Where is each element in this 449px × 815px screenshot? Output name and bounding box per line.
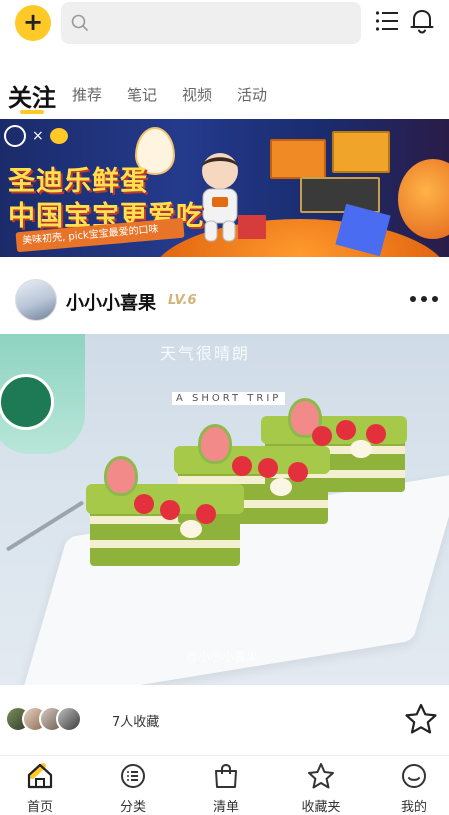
list-icon[interactable] xyxy=(375,10,399,32)
gift-box-graphic xyxy=(238,215,266,239)
nav-label-list: 清单 xyxy=(212,800,239,815)
category-icon xyxy=(121,764,145,788)
image-overlay-tag: A SHORT TRIP xyxy=(172,392,286,405)
raspberry-garnish xyxy=(366,424,386,444)
plus-icon: + xyxy=(22,8,44,36)
nav-label-favorites: 收藏夹 xyxy=(301,800,341,815)
search-icon xyxy=(71,14,88,31)
cream-garnish xyxy=(270,478,292,496)
raspberry-garnish xyxy=(232,456,252,476)
star-icon[interactable] xyxy=(404,703,438,735)
search-bar[interactable] xyxy=(61,2,361,44)
planet-orb-graphic xyxy=(398,159,449,239)
raspberry-garnish xyxy=(288,462,308,482)
raspberry-garnish xyxy=(258,458,278,478)
add-button[interactable]: + xyxy=(15,5,51,41)
feed-tabs: 关注 推荐 笔记 视频 活动 xyxy=(0,70,449,120)
banner-brand-logos: × xyxy=(4,125,68,147)
post-header: 小小小喜果 LV.6 xyxy=(0,277,449,323)
brand-logo-icon xyxy=(4,125,26,147)
cup-logo-graphic xyxy=(0,374,54,430)
nav-item-profile[interactable]: 我的 xyxy=(374,756,449,815)
promo-banner[interactable]: × 圣迪乐鲜蛋 中国宝宝更爱吃 美味初壳, pick宝宝最爱的口味 xyxy=(0,119,449,257)
nav-label-category: 分类 xyxy=(119,800,146,815)
raspberry-garnish xyxy=(312,426,332,446)
cup-graphic xyxy=(0,334,85,454)
image-overlay-signature: @小小小喜果 xyxy=(186,650,259,664)
bottom-nav: 首页 分类 清单 收藏夹 我的 xyxy=(0,755,449,815)
bell-icon[interactable] xyxy=(410,8,434,34)
brand-egg-logo-icon xyxy=(49,128,68,144)
more-icon[interactable] xyxy=(409,295,439,303)
active-tab-indicator xyxy=(20,110,44,114)
product-box-graphic xyxy=(270,139,326,179)
star-icon xyxy=(308,763,334,789)
nav-item-favorites[interactable]: 收藏夹 xyxy=(281,756,361,815)
nav-item-list[interactable]: 清单 xyxy=(186,756,266,815)
avatar[interactable] xyxy=(15,279,57,321)
image-overlay-title: 天气很晴朗 xyxy=(160,344,251,363)
raspberry-garnish xyxy=(160,500,180,520)
nav-item-category[interactable]: 分类 xyxy=(93,756,173,815)
profile-icon xyxy=(402,764,426,788)
tab-events[interactable]: 活动 xyxy=(237,84,267,105)
tab-videos[interactable]: 视频 xyxy=(182,84,212,105)
banner-headline-line1: 圣迪乐鲜蛋 xyxy=(8,166,148,197)
tab-following[interactable]: 关注 xyxy=(8,78,56,113)
tab-notes[interactable]: 笔记 xyxy=(127,84,157,105)
home-icon xyxy=(27,763,53,789)
post-image[interactable]: 天气很晴朗 A SHORT TRIP @小小小喜果 xyxy=(0,334,449,685)
top-bar: + xyxy=(0,0,449,48)
raspberry-garnish xyxy=(336,420,356,440)
nav-item-home[interactable]: 首页 xyxy=(0,756,80,815)
user-level-badge: LV.6 xyxy=(168,293,197,308)
cream-garnish xyxy=(180,520,202,538)
saves-row: 7人收藏 xyxy=(0,700,449,740)
nav-label-home: 首页 xyxy=(26,800,53,815)
brand-cross: × xyxy=(32,128,44,144)
product-box-graphic xyxy=(300,177,380,213)
saver-avatar[interactable] xyxy=(56,706,82,732)
fig-garnish xyxy=(104,456,138,496)
raspberry-garnish xyxy=(196,504,216,524)
cream-garnish xyxy=(350,440,372,458)
raspberry-garnish xyxy=(134,494,154,514)
tab-recommend[interactable]: 推荐 xyxy=(72,84,102,105)
username[interactable]: 小小小喜果 xyxy=(66,289,156,315)
nav-label-profile: 我的 xyxy=(400,800,427,815)
product-box-graphic xyxy=(332,131,390,173)
search-input[interactable] xyxy=(95,10,345,36)
fig-garnish xyxy=(198,424,232,464)
saves-count[interactable]: 7人收藏 xyxy=(112,711,159,730)
bag-icon xyxy=(215,763,237,788)
